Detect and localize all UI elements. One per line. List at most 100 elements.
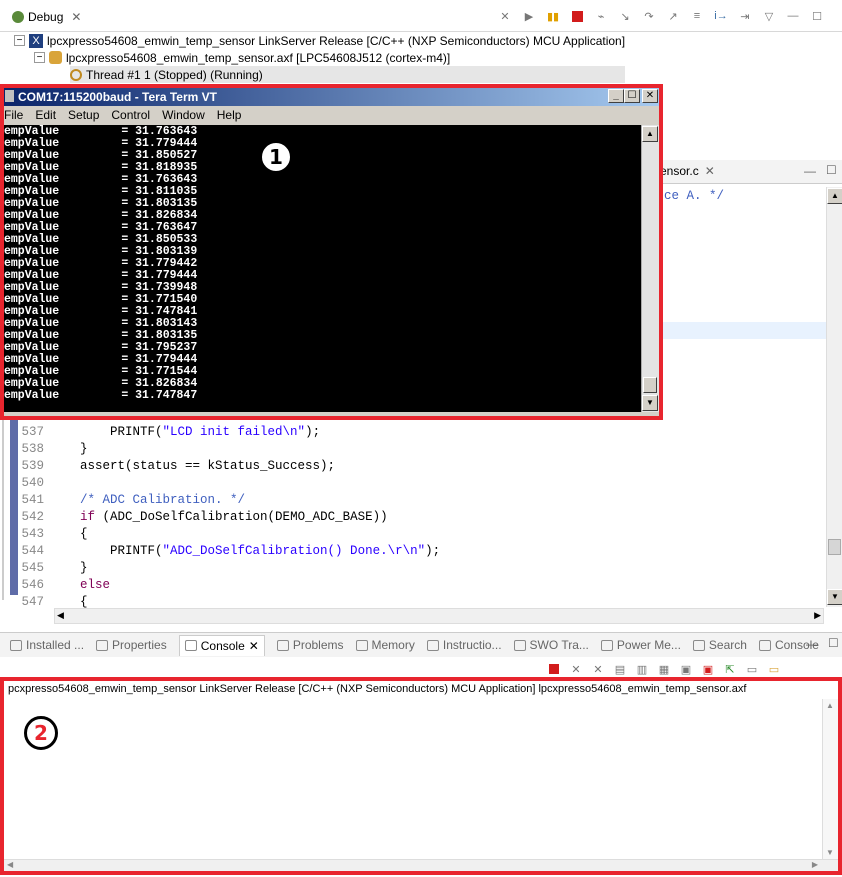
scroll-thumb[interactable]: [643, 377, 657, 393]
menu-item-edit[interactable]: Edit: [35, 108, 56, 122]
tree-item-launch[interactable]: − X lpcxpresso54608_emwin_temp_sensor Li…: [14, 32, 625, 49]
console-output[interactable]: pcxpresso54608_emwin_temp_sensor LinkSer…: [0, 677, 842, 875]
code-line[interactable]: 543 {: [20, 527, 87, 544]
tab-problems[interactable]: Problems: [276, 638, 344, 652]
menu-item-window[interactable]: Window: [162, 108, 205, 122]
properties-icon: [96, 639, 109, 651]
minimize-icon[interactable]: —: [784, 8, 802, 24]
editor-vertical-scrollbar[interactable]: ▲ ▼: [826, 187, 842, 607]
step-return-icon[interactable]: ↗: [664, 8, 682, 24]
scroll-down-icon[interactable]: ▼: [826, 848, 834, 857]
code-line[interactable]: 541 /* ADC Calibration. */: [20, 493, 245, 510]
code-line[interactable]: 545 }: [20, 561, 87, 578]
menu-item-control[interactable]: Control: [111, 108, 150, 122]
line-number: 537: [21, 425, 44, 439]
tree-item-process[interactable]: − lpcxpresso54608_emwin_temp_sensor.axf …: [34, 49, 625, 66]
show-on-output-icon[interactable]: ▣: [677, 661, 695, 677]
scroll-lock-icon[interactable]: ▥: [633, 661, 651, 677]
minimize-icon[interactable]: —: [806, 637, 818, 651]
code-token: {: [80, 595, 88, 609]
scroll-up-icon[interactable]: ▲: [826, 701, 834, 710]
code-token: "ADC_DoSelfCalibration() Done.\r\n": [162, 544, 426, 558]
code-line[interactable]: 537 PRINTF("LCD init failed\n");: [20, 425, 320, 442]
step-into-icon[interactable]: ↘: [616, 8, 634, 24]
maximize-icon[interactable]: ☐: [826, 163, 837, 177]
scroll-right-icon[interactable]: ▶: [812, 860, 818, 869]
open-console-icon[interactable]: ▭: [765, 661, 783, 677]
scroll-thumb[interactable]: [828, 539, 841, 555]
tab-instructio[interactable]: Instructio...: [426, 638, 502, 652]
console-vertical-scrollbar[interactable]: ▲ ▼: [822, 699, 838, 859]
code-token: PRINTF(: [110, 425, 163, 439]
code-line[interactable]: 547 {: [20, 595, 88, 612]
code-line[interactable]: 542 if (ADC_DoSelfCalibration(DEMO_ADC_B…: [20, 510, 387, 527]
code-line[interactable]: 538 }: [20, 442, 87, 459]
tab-swo-tra[interactable]: SWO Tra...: [513, 638, 589, 652]
minimize-icon[interactable]: —: [804, 164, 816, 178]
remove-all-terminated-icon[interactable]: ✕: [589, 661, 607, 677]
menu-item-file[interactable]: File: [4, 108, 23, 122]
suspend-icon[interactable]: ▮▮: [544, 8, 562, 24]
collapse-toggle[interactable]: −: [34, 52, 45, 63]
tab-search[interactable]: Search: [692, 638, 747, 652]
resume-icon[interactable]: ▶: [520, 8, 538, 24]
terminal-line-value: 31.747847: [135, 389, 198, 402]
maximize-button[interactable]: ☐: [624, 89, 640, 103]
remove-terminated-icon[interactable]: ✕: [496, 8, 514, 24]
teraterm-titlebar[interactable]: COM17:115200baud - Tera Term VT: [4, 88, 659, 106]
tab-editor-file[interactable]: ensor.c ✕: [660, 164, 715, 178]
use-step-filters-icon[interactable]: ⇥: [736, 8, 754, 24]
power-measurement-icon: [600, 639, 613, 651]
display-console-icon[interactable]: ▭: [743, 661, 761, 677]
menu-item-help[interactable]: Help: [217, 108, 242, 122]
line-number: 540: [21, 476, 44, 490]
scroll-down-icon[interactable]: ▼: [642, 395, 658, 411]
console-toolbar: ✕ ✕ ▤ ▥ ▦ ▣ ▣ ⇱ ▭ ▭: [545, 661, 783, 677]
teraterm-scrollbar[interactable]: ▲ ▼: [641, 125, 659, 412]
scroll-up-icon[interactable]: ▲: [642, 126, 658, 142]
tab-installed[interactable]: Installed ...: [10, 638, 84, 652]
step-over-icon[interactable]: ↷: [640, 8, 658, 24]
close-icon[interactable]: ✕: [71, 10, 81, 24]
tree-item-label: lpcxpresso54608_emwin_temp_sensor LinkSe…: [47, 33, 626, 48]
disconnect-icon[interactable]: ⌁: [592, 8, 610, 24]
pin-console-icon[interactable]: ⇱: [721, 661, 739, 677]
word-wrap-icon[interactable]: ▦: [655, 661, 673, 677]
clear-console-icon[interactable]: ▤: [611, 661, 629, 677]
close-icon[interactable]: ✕: [249, 639, 259, 653]
terminate-icon[interactable]: [568, 8, 586, 24]
instruction-stepping-icon[interactable]: i→: [712, 8, 730, 24]
menu-item-setup[interactable]: Setup: [68, 108, 99, 122]
tab-memory[interactable]: Memory: [355, 638, 415, 652]
minimize-button[interactable]: _: [608, 89, 624, 103]
drop-to-frame-icon[interactable]: ≡: [688, 8, 706, 24]
terminate-icon[interactable]: [545, 661, 563, 677]
tree-item-thread[interactable]: Thread #1 1 (Stopped) (Running): [70, 66, 626, 83]
tab-properties[interactable]: Properties: [96, 638, 167, 652]
code-line[interactable]: 544 PRINTF("ADC_DoSelfCalibration() Done…: [20, 544, 440, 561]
tab-debug[interactable]: Debug ✕: [6, 6, 87, 28]
scroll-up-icon[interactable]: ▲: [827, 188, 842, 204]
code-line[interactable]: 546 else: [20, 578, 110, 595]
remove-launch-icon[interactable]: ✕: [567, 661, 585, 677]
close-button[interactable]: ✕: [642, 89, 658, 103]
maximize-icon[interactable]: ☐: [828, 636, 839, 650]
show-on-error-icon[interactable]: ▣: [699, 661, 717, 677]
close-icon[interactable]: ✕: [705, 164, 715, 178]
code-line[interactable]: 539 assert(status == kStatus_Success);: [20, 459, 335, 476]
scroll-down-icon[interactable]: ▼: [827, 589, 842, 605]
collapse-toggle[interactable]: −: [14, 35, 25, 46]
scroll-left-icon[interactable]: ◀: [7, 860, 13, 869]
memory-icon: [355, 639, 368, 651]
line-number: 538: [21, 442, 44, 456]
view-menu-icon[interactable]: ▽: [760, 8, 778, 24]
console-horizontal-scrollbar[interactable]: ◀ ▶: [4, 859, 838, 871]
scroll-right-icon[interactable]: ▶: [814, 610, 821, 621]
maximize-icon[interactable]: ☐: [808, 8, 826, 24]
tab-power-me[interactable]: Power Me...: [600, 638, 681, 652]
teraterm-terminal-output[interactable]: empValue = 31.763643 empValue = 31.779444…: [4, 125, 641, 412]
tab-console[interactable]: Console ✕: [178, 634, 265, 656]
code-line[interactable]: 540: [20, 476, 50, 493]
editor-horizontal-scrollbar[interactable]: ◀ ▶: [54, 608, 824, 624]
